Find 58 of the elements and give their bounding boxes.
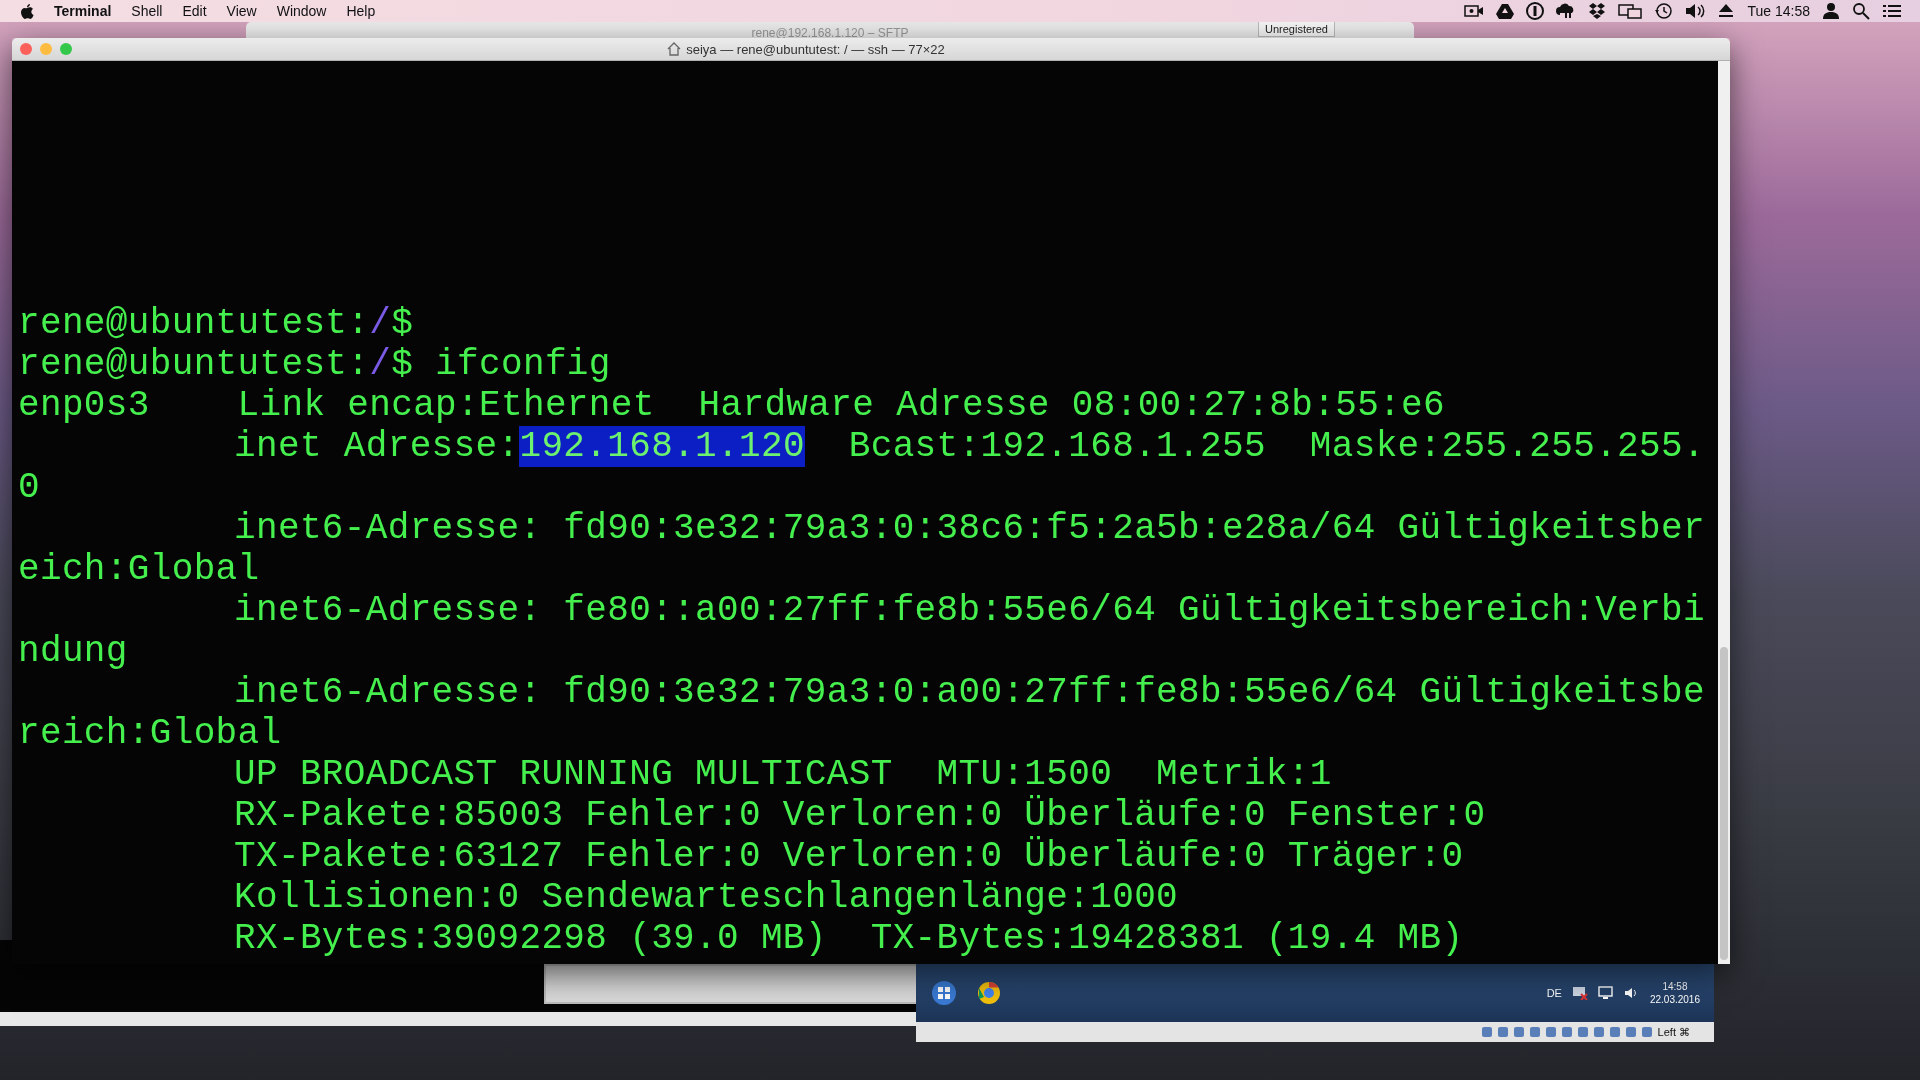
menu-item[interactable]: Edit — [182, 3, 207, 19]
terminal-line: reich:Global — [18, 713, 282, 754]
status-icon — [1593, 1027, 1604, 1037]
status-icon — [1497, 1027, 1508, 1037]
monitors-icon[interactable] — [1618, 2, 1643, 20]
menu-item[interactable]: Shell — [131, 3, 163, 19]
taskbar-date[interactable]: 22.03.2016 — [1649, 994, 1700, 1005]
unregistered-label: Unregistered — [1258, 22, 1335, 37]
list-icon[interactable] — [1882, 2, 1902, 20]
status-icon — [1577, 1027, 1588, 1037]
scrollbar[interactable] — [1718, 61, 1730, 964]
status-icon — [1545, 1027, 1556, 1037]
menu-item[interactable]: Help — [346, 3, 376, 19]
terminal-line: inet Adresse:192.168.1.120 Bcast:192.168.1.255 Maske:255.255.255. — [233, 426, 1705, 467]
terminal-line: Kollisionen:0 Sendewarteschlangenlänge:1000 — [233, 877, 1179, 918]
status-icon — [1481, 1027, 1492, 1037]
status-icon — [1561, 1027, 1572, 1037]
volume-icon[interactable] — [1685, 2, 1706, 20]
terminal-line: eich:Global — [18, 549, 260, 590]
status-icon — [1641, 1027, 1652, 1037]
terminal-line: inet6-Adresse: fd90:3e32:79a3:0:38c6:f5:2a5b:e28a/64 Gültigkeitsber — [233, 508, 1705, 549]
status-icon — [1609, 1027, 1620, 1037]
apple-icon[interactable] — [20, 2, 34, 20]
terminal-line: rene@ubuntutest:/$ ifconfig — [18, 344, 611, 385]
app-menu[interactable]: Terminal — [54, 3, 112, 19]
window-title: rene@192.168.1.120 – SFTP — [751, 26, 909, 40]
eject-icon[interactable] — [1717, 2, 1736, 20]
terminal-line: inet6-Adresse: fe80::a00:27ff:fe8b:55e6/64 Gültigkeitsbereich:Verbi — [233, 590, 1705, 631]
terminal-line: inet6-Adresse: fd90:3e32:79a3:0:a00:27ff:fe8b:55e6/64 Gültigkeitsbe — [233, 672, 1705, 713]
search-icon[interactable] — [1852, 2, 1870, 20]
host-key-label: Left ⌘ — [1657, 1025, 1690, 1039]
terminal-line: rene@ubuntutest:/$ — [18, 303, 414, 344]
house-icon — [667, 42, 682, 56]
status-icon — [1625, 1027, 1636, 1037]
terminal-line: ndung — [18, 631, 128, 672]
status-icon — [1529, 1027, 1540, 1037]
scrollbar-thumb[interactable] — [1720, 646, 1728, 960]
terminal-line: RX-Pakete:85003 Fehler:0 Verloren:0 Überläufe:0 Fenster:0 — [233, 795, 1486, 836]
clock-icon[interactable] — [1654, 2, 1674, 20]
start-button-icon[interactable] — [930, 979, 958, 1007]
taskbar-time[interactable]: 14:58 — [1662, 981, 1688, 992]
triangle-logo-icon[interactable] — [1496, 2, 1515, 20]
video-camera-icon[interactable] — [1464, 2, 1485, 20]
terminal-line: 0 — [18, 467, 40, 508]
status-icon — [1513, 1027, 1524, 1037]
menu-item[interactable]: View — [226, 3, 257, 19]
monitor-icon[interactable] — [1597, 986, 1614, 1000]
terminal-line: TX-Pakete:63127 Fehler:0 Verloren:0 Überläufe:0 Träger:0 — [233, 836, 1464, 877]
window-title: seiya — rene@ubuntutest: / — ssh — 77×22 — [686, 41, 945, 57]
browser-icon[interactable] — [976, 980, 1002, 1006]
menu-clock[interactable]: Tue 14:58 — [1747, 3, 1810, 19]
user-icon[interactable] — [1822, 2, 1840, 20]
menu-item[interactable]: Window — [276, 3, 327, 19]
network-icon[interactable] — [1571, 986, 1588, 1000]
terminal-line: RX-Bytes:39092298 (39.0 MB) TX-Bytes:19428381 (19.4 MB) — [233, 918, 1464, 959]
terminal-line: UP BROADCAST RUNNING MULTICAST MTU:1500 Metrik:1 — [233, 754, 1332, 795]
terminal-line: enp0s3 Link encap:Ethernet Hardware Adresse 08:00:27:8b:55:e6 — [18, 385, 1445, 426]
keyboard-language[interactable]: DE — [1546, 987, 1562, 999]
